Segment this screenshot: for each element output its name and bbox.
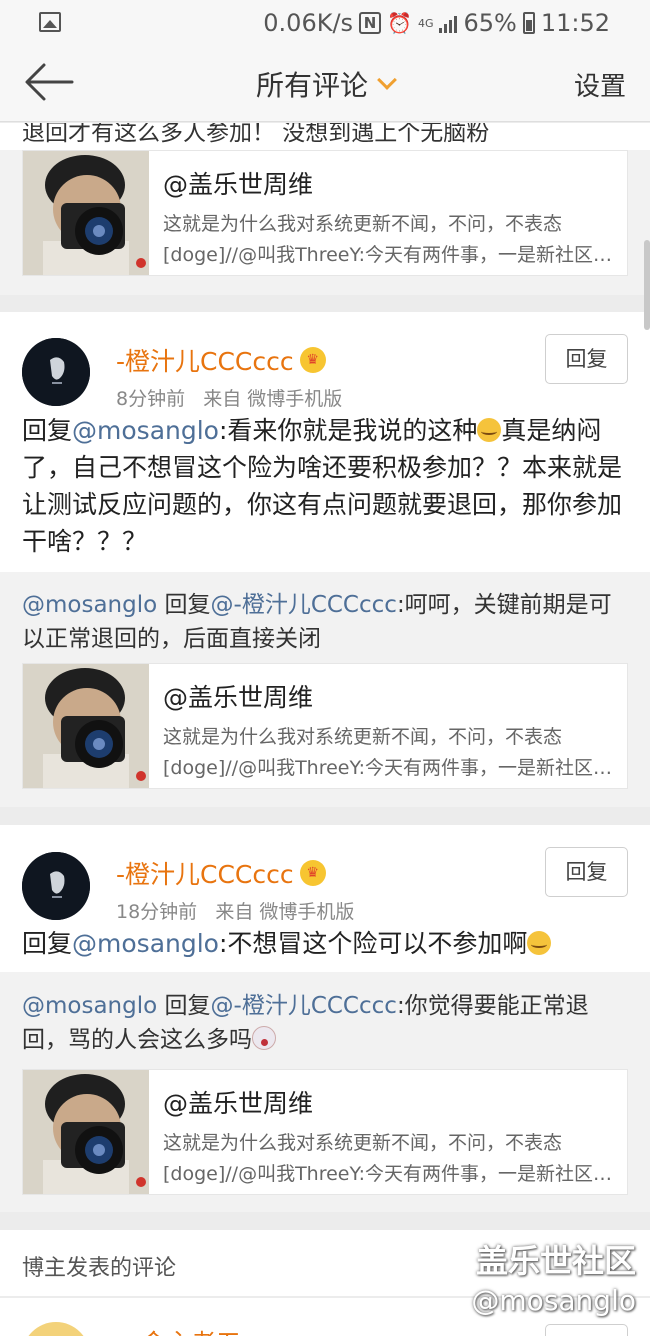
quoted-weibo-card[interactable]: @盖乐世周维 这就是为什么我对系统更新不闻，不问，不表态 [doge]//@叫我… <box>22 150 628 276</box>
card-line-1: 这就是为什么我对系统更新不闻，不问，不表态 <box>163 726 563 748</box>
comment-meta: 8分钟前 来自 微博手机版 <box>116 384 342 411</box>
reply-button[interactable]: 回复 <box>545 334 628 384</box>
camera-photo-thumbnail <box>23 664 149 788</box>
reply-verb: 回复 <box>157 993 211 1019</box>
username[interactable]: -橙汁儿CCCccc ♛ <box>116 342 326 378</box>
comment-source: 来自 微博手机版 <box>215 901 355 923</box>
reply-button[interactable]: 回复 <box>545 1324 628 1336</box>
reply-prefix: 回复 <box>22 416 73 445</box>
mention-link[interactable]: @-橙汁儿CCCccc <box>211 993 397 1019</box>
image-notification-icon <box>39 12 61 32</box>
reply-verb: 回复 <box>157 592 211 618</box>
comment-source: 来自 微博手机版 <box>203 388 343 410</box>
reply-button[interactable]: 回复 <box>545 847 628 897</box>
mention-link[interactable]: @mosanglo <box>22 592 157 618</box>
battery-percent: 65% <box>463 9 517 37</box>
crown-badge-icon: ♛ <box>299 860 326 886</box>
scrollbar[interactable] <box>644 240 650 330</box>
comment-text: 退回才有这么多人参加！ 没想到遇上个无脑粉 <box>22 123 490 146</box>
mention-link[interactable]: @mosanglo <box>72 929 219 958</box>
card-title: @盖乐世周维 <box>163 170 314 199</box>
avatar[interactable] <box>22 1322 90 1336</box>
shocked-emoji-icon <box>252 1026 276 1050</box>
quoted-weibo-card[interactable]: @盖乐世周维 这就是为什么我对系统更新不闻，不问，不表态 [doge]//@叫我… <box>22 663 628 789</box>
comment-meta: 18分钟前 来自 微博手机版 <box>116 897 354 924</box>
mention-link[interactable]: @mosanglo <box>22 993 157 1019</box>
text-part: :不想冒这个险可以不参加啊 <box>218 929 528 958</box>
laugh-cry-emoji-icon <box>527 931 552 955</box>
signal-icon <box>439 13 458 33</box>
camera-photo-thumbnail <box>23 1070 149 1194</box>
camera-photo-thumbnail <box>23 151 149 275</box>
text-part: :看来你就是我说的这种 <box>218 416 478 445</box>
crown-badge-icon: ♛ <box>299 347 326 373</box>
username-text: -橙汁儿CCCccc <box>116 347 294 376</box>
comment-time: 8分钟前 <box>116 388 186 410</box>
card-title: @盖乐世周维 <box>163 683 314 712</box>
title-bar: 所有评论 设置 <box>0 46 650 122</box>
username[interactable]: 一金主者五 <box>116 1324 241 1336</box>
watermark-handle: @mosanglo <box>471 1284 636 1317</box>
mention-link[interactable]: @mosanglo <box>72 416 219 445</box>
card-line-2: [doge]//@叫我ThreeY:今天有两件事，一是新社区的上 <box>163 757 617 779</box>
clock: 11:52 <box>540 9 610 37</box>
network-speed: 0.06K/s <box>263 9 354 37</box>
comment-text: 回复@mosanglo:不想冒这个险可以不参加啊 <box>22 925 628 962</box>
laugh-cry-emoji-icon <box>477 418 502 442</box>
page-title: 所有评论 <box>255 69 368 102</box>
card-title: @盖乐世周维 <box>163 1089 314 1118</box>
comment-text: 回复@mosanglo:看来你就是我说的这种 真是纳闷了，自己不想冒这个险为啥还要… <box>22 412 628 560</box>
avatar[interactable] <box>22 852 90 920</box>
alarm-icon: ⏰ <box>387 11 412 35</box>
watermark-title: 盖乐世社区 <box>475 1242 636 1280</box>
card-line-2: [doge]//@叫我ThreeY:今天有两件事，一是新社区的上 <box>163 1163 617 1185</box>
quoted-weibo-card[interactable]: @盖乐世周维 这就是为什么我对系统更新不闻，不问，不表态 [doge]//@叫我… <box>22 1069 628 1195</box>
status-indicators: 0.06K/s N ⏰ 4G 65% 11:52 <box>263 6 610 40</box>
avatar[interactable] <box>22 338 90 406</box>
card-line-2: [doge]//@叫我ThreeY:今天有两件事，一是新社区的上 <box>163 244 617 266</box>
mention-link[interactable]: @-橙汁儿CCCccc <box>211 592 397 618</box>
comment-time: 18分钟前 <box>116 901 198 923</box>
chevron-down-icon <box>377 70 397 90</box>
username[interactable]: -橙汁儿CCCccc ♛ <box>116 855 326 891</box>
section-title: 博主发表的评论 <box>22 1256 177 1281</box>
battery-icon <box>522 12 535 34</box>
filter-dropdown[interactable]: 所有评论 <box>0 64 650 104</box>
settings-button[interactable]: 设置 <box>574 66 626 103</box>
username-text: -橙汁儿CCCccc <box>116 860 294 889</box>
status-bar: 0.06K/s N ⏰ 4G 65% 11:52 <box>0 0 650 46</box>
network-type: 4G <box>417 16 434 30</box>
nfc-icon: N <box>359 12 382 34</box>
reply-prefix: 回复 <box>22 929 73 958</box>
sub-reply-text: @mosanglo 回复@-橙汁儿CCCccc:你觉得要能正常退回，骂的人会这么… <box>22 989 628 1057</box>
card-line-1: 这就是为什么我对系统更新不闻，不问，不表态 <box>163 1132 563 1154</box>
sub-reply-text: @mosanglo 回复@-橙汁儿CCCccc:呵呵，关键前期是可以正常退回的，… <box>22 588 628 656</box>
card-line-1: 这就是为什么我对系统更新不闻，不问，不表态 <box>163 213 563 235</box>
